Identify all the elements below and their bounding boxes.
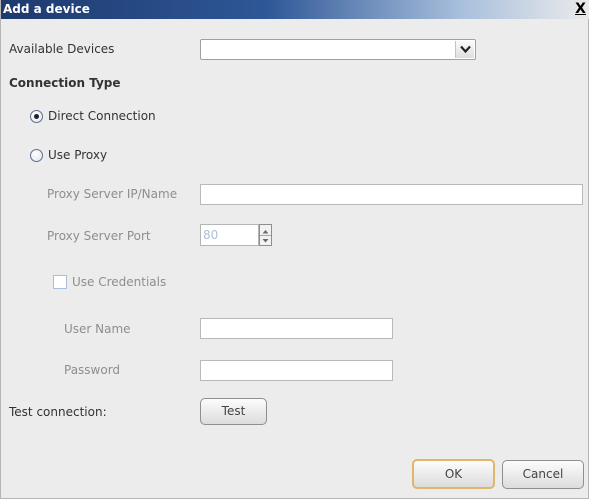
use-credentials-checkbox[interactable] xyxy=(53,275,67,289)
chevron-down-icon xyxy=(460,45,471,54)
cancel-button[interactable]: Cancel xyxy=(502,460,584,489)
direct-connection-radio[interactable] xyxy=(30,110,43,123)
connection-type-heading: Connection Type xyxy=(9,76,121,90)
spinner-buttons[interactable] xyxy=(259,224,272,246)
title-bar[interactable]: Add a device X xyxy=(1,0,589,19)
close-icon[interactable]: X xyxy=(574,1,587,17)
user-name-label: User Name xyxy=(64,322,131,336)
add-device-dialog: Add a device X Available Devices Connect… xyxy=(0,0,589,499)
proxy-port-input[interactable]: 80 xyxy=(200,224,259,246)
triangle-down-icon xyxy=(262,239,269,243)
ok-button[interactable]: OK xyxy=(412,459,495,489)
available-devices-select[interactable] xyxy=(200,39,476,60)
spinner-down-button[interactable] xyxy=(260,235,271,245)
password-label: Password xyxy=(64,363,121,377)
password-input[interactable] xyxy=(200,360,393,381)
use-proxy-label[interactable]: Use Proxy xyxy=(48,147,107,163)
test-button[interactable]: Test xyxy=(200,398,267,425)
dropdown-button[interactable] xyxy=(455,41,474,58)
use-credentials-label[interactable]: Use Credentials xyxy=(72,274,166,290)
dialog-title: Add a device xyxy=(3,2,90,16)
proxy-port-label: Proxy Server Port xyxy=(47,229,151,243)
test-connection-label: Test connection: xyxy=(9,405,107,419)
radio-selected-dot xyxy=(34,114,39,119)
use-proxy-radio[interactable] xyxy=(30,149,43,162)
available-devices-label: Available Devices xyxy=(9,42,115,56)
user-name-input[interactable] xyxy=(200,318,393,339)
proxy-server-label: Proxy Server IP/Name xyxy=(47,187,178,201)
direct-connection-label[interactable]: Direct Connection xyxy=(48,108,156,124)
proxy-server-input[interactable] xyxy=(200,184,583,205)
proxy-port-spinner[interactable]: 80 xyxy=(200,224,273,246)
